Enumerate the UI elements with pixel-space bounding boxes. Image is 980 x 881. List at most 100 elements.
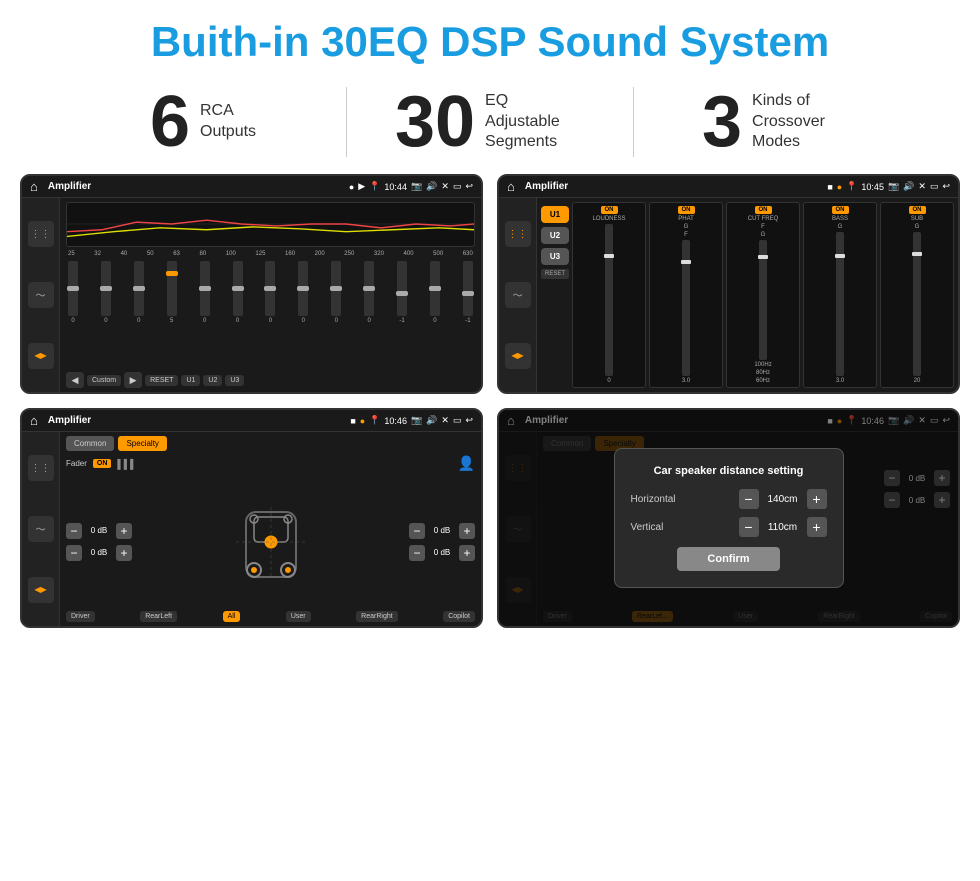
cutfreq-label: CUT FREQ (748, 216, 779, 222)
time-1: 10:44 (384, 182, 407, 192)
play-icon-1: ▶ (358, 181, 365, 192)
eq-u2-btn[interactable]: U2 (203, 375, 222, 386)
back-icon-2[interactable]: ↩ (942, 181, 950, 192)
fader-on-badge[interactable]: ON (93, 459, 112, 468)
sub-track[interactable] (913, 232, 921, 376)
btn-rearright[interactable]: RearRight (356, 611, 398, 622)
eq-sidebar-btn-3[interactable]: ◀▶ (28, 343, 54, 369)
fader-label: Fader (66, 459, 87, 468)
fader-sidebar-btn-1[interactable]: ⋮⋮ (28, 455, 54, 481)
cutfreq-on-btn[interactable]: ON (755, 206, 772, 214)
vol-rr-minus[interactable]: − (409, 545, 425, 561)
amp-sidebar-btn-1[interactable]: ⋮⋮ (505, 221, 531, 247)
eq-freq-labels: 25 32 40 50 63 80 100 125 160 200 250 32… (66, 251, 475, 257)
home-icon-3[interactable]: ⌂ (30, 413, 38, 428)
vol-fl-minus[interactable]: − (66, 523, 82, 539)
amp-sidebar-btn-2[interactable]: 〜 (505, 282, 531, 308)
screen-title-1: Amplifier (48, 181, 343, 192)
eq-prev-btn[interactable]: ◀ (66, 372, 84, 388)
vol-rl: − 0 dB + (66, 545, 132, 561)
eq-slider-1[interactable]: 0 (68, 261, 78, 324)
loudness-track[interactable] (605, 224, 613, 376)
vol-rr-plus[interactable]: + (459, 545, 475, 561)
dialog-horizontal-plus[interactable]: + (807, 489, 827, 509)
eq-slider-11[interactable]: -1 (397, 261, 407, 324)
eq-next-btn[interactable]: ▶ (124, 372, 142, 388)
freq-63: 63 (173, 251, 180, 257)
home-icon-1[interactable]: ⌂ (30, 179, 38, 194)
btn-copilot[interactable]: Copilot (443, 611, 475, 622)
bass-track[interactable] (836, 232, 844, 376)
amp-sidebar: ⋮⋮ 〜 ◀▶ (499, 198, 537, 392)
eq-slider-6[interactable]: 0 (233, 261, 243, 324)
eq-slider-5[interactable]: 0 (200, 261, 210, 324)
eq-slider-10[interactable]: 0 (364, 261, 374, 324)
rect-icon-3: ▭ (453, 415, 462, 426)
btn-rearleft[interactable]: RearLeft (140, 611, 177, 622)
eq-slider-12[interactable]: 0 (430, 261, 440, 324)
eq-slider-4[interactable]: 5 (167, 261, 177, 324)
stat-number-rca: 6 (150, 86, 190, 158)
phat-val: 3.0 (682, 378, 690, 384)
eq-slider-8[interactable]: 0 (298, 261, 308, 324)
eq-sidebar-btn-1[interactable]: ⋮⋮ (28, 221, 54, 247)
tab-specialty[interactable]: Specialty (118, 436, 166, 451)
vol-fr-minus[interactable]: − (409, 523, 425, 539)
eq-slider-13[interactable]: -1 (463, 261, 473, 324)
freq-500: 500 (433, 251, 443, 257)
freq-630: 630 (463, 251, 473, 257)
preset-u1[interactable]: U1 (541, 206, 569, 223)
btn-user[interactable]: User (286, 611, 311, 622)
freq-32: 32 (94, 251, 101, 257)
fader-profile-icon[interactable]: 👤 (458, 455, 475, 472)
status-icons-1: ● ▶ 📍 10:44 📷 🔊 ✕ ▭ ↩ (349, 181, 473, 192)
cutfreq-track[interactable] (759, 240, 767, 360)
btn-driver[interactable]: Driver (66, 611, 95, 622)
eq-sidebar-btn-2[interactable]: 〜 (28, 282, 54, 308)
status-icons-3: ■ ● 📍 10:46 📷 🔊 ✕ ▭ ↩ (350, 415, 473, 426)
home-icon-2[interactable]: ⌂ (507, 179, 515, 194)
amp-sidebar-btn-3[interactable]: ◀▶ (505, 343, 531, 369)
fader-sliders-icon: ▌▌▌ (117, 459, 136, 469)
vol-fr-plus[interactable]: + (459, 523, 475, 539)
tab-common[interactable]: Common (66, 436, 114, 451)
eq-u1-btn[interactable]: U1 (181, 375, 200, 386)
fader-sidebar-btn-2[interactable]: 〜 (28, 516, 54, 542)
eq-custom-btn[interactable]: Custom (87, 375, 121, 386)
eq2-presets: U1 U2 U3 RESET (541, 202, 569, 388)
vol-fl-plus[interactable]: + (116, 523, 132, 539)
vol-rr: − 0 dB + (409, 545, 475, 561)
eq-slider-7[interactable]: 0 (265, 261, 275, 324)
dialog-vertical-plus[interactable]: + (807, 517, 827, 537)
fader-sidebar-btn-3[interactable]: ◀▶ (28, 577, 54, 603)
back-icon-3[interactable]: ↩ (465, 415, 473, 426)
pin-icon-1: 📍 (369, 181, 380, 192)
phat-track[interactable] (682, 240, 690, 376)
preset-u3[interactable]: U3 (541, 248, 569, 265)
eq-slider-2[interactable]: 0 (101, 261, 111, 324)
freq-250: 250 (344, 251, 354, 257)
btn-all[interactable]: All (223, 611, 241, 622)
vol-icon-3: 🔊 (426, 415, 437, 426)
eq-reset-btn[interactable]: RESET (145, 375, 178, 386)
confirm-button[interactable]: Confirm (677, 547, 779, 571)
bass-on-btn[interactable]: ON (832, 206, 849, 214)
vol-rl-plus[interactable]: + (116, 545, 132, 561)
eq-slider-9[interactable]: 0 (331, 261, 341, 324)
dot-icon-3: ● (360, 416, 365, 426)
stat-text-crossover: Kinds ofCrossover Modes (752, 91, 852, 153)
loudness-on-btn[interactable]: ON (601, 206, 618, 214)
phat-on-btn[interactable]: ON (678, 206, 695, 214)
vol-rl-minus[interactable]: − (66, 545, 82, 561)
sub-on-btn[interactable]: ON (909, 206, 926, 214)
eq-u3-btn[interactable]: U3 (225, 375, 244, 386)
freq-25: 25 (68, 251, 75, 257)
back-icon-1[interactable]: ↩ (465, 181, 473, 192)
dialog-horizontal-minus[interactable]: − (739, 489, 759, 509)
amp-reset-btn[interactable]: RESET (541, 269, 569, 279)
preset-u2[interactable]: U2 (541, 227, 569, 244)
dialog-horizontal-row: Horizontal − 140cm + (631, 489, 827, 509)
eq-slider-3[interactable]: 0 (134, 261, 144, 324)
dialog-overlay: Car speaker distance setting Horizontal … (499, 410, 958, 626)
dialog-vertical-minus[interactable]: − (739, 517, 759, 537)
